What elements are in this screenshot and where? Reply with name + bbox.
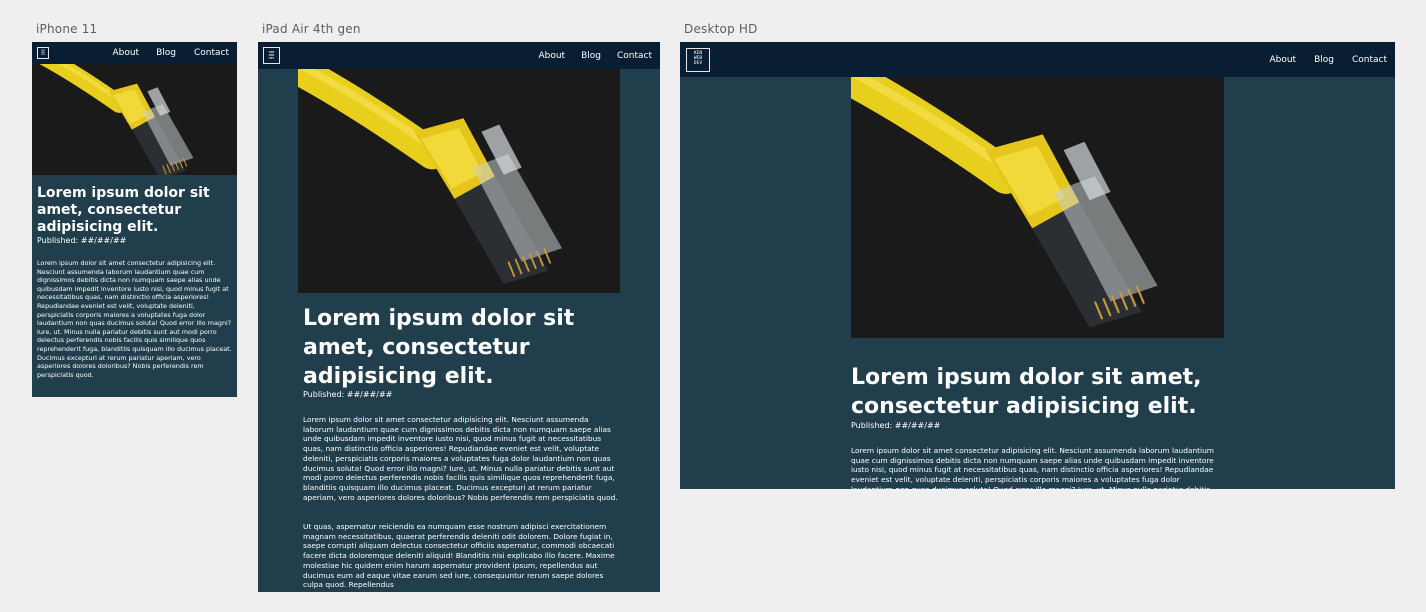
article-paragraph: Lorem ipsum dolor sit amet consectetur a…	[37, 259, 232, 379]
logo-icon[interactable]: KEN WEB DEV	[37, 47, 49, 59]
hero-image	[298, 69, 620, 293]
published-date: Published: ##/##/##	[303, 390, 393, 399]
hero-image	[32, 64, 237, 175]
frame-label-desktop: Desktop HD	[684, 22, 758, 36]
logo-icon[interactable]: KEN WEB DEV	[686, 47, 710, 72]
frame-label-ipad: iPad Air 4th gen	[262, 22, 361, 36]
nav-about-link[interactable]: About	[538, 51, 565, 61]
logo-line: DEV	[268, 56, 275, 61]
hero-image	[851, 77, 1224, 338]
nav-contact-link[interactable]: Contact	[194, 48, 229, 58]
navbar: KEN WEB DEV About Blog Contact	[680, 42, 1395, 77]
iphone-frame: KEN WEB DEV About Blog Contact Lorem ips…	[32, 42, 237, 397]
nav-contact-link[interactable]: Contact	[1352, 55, 1387, 65]
published-date: Published: ##/##/##	[851, 421, 941, 430]
article-paragraph: Lorem ipsum dolor sit amet consectetur a…	[303, 415, 618, 502]
nav-contact-link[interactable]: Contact	[617, 51, 652, 61]
logo-line: DEV	[693, 60, 703, 66]
nav-links: About Blog Contact	[1269, 55, 1387, 65]
article-paragraph: Lorem ipsum dolor sit amet consectetur a…	[851, 446, 1214, 489]
nav-blog-link[interactable]: Blog	[581, 51, 601, 61]
navbar: KEN WEB DEV About Blog Contact	[32, 42, 237, 64]
logo-icon[interactable]: KEN WEB DEV	[263, 47, 280, 64]
article-paragraph: Ut quas, aspernatur reiciendis ea numqua…	[303, 522, 615, 590]
article-title: Lorem ipsum dolor sit amet, consectetur …	[303, 306, 575, 389]
nav-links: About Blog Contact	[538, 51, 652, 61]
published-date: Published: ##/##/##	[37, 236, 127, 245]
nav-blog-link[interactable]: Blog	[1314, 55, 1334, 65]
ethernet-cable-photo	[851, 77, 1224, 338]
navbar: KEN WEB DEV About Blog Contact	[258, 42, 660, 69]
ethernet-cable-photo	[298, 69, 620, 293]
nav-about-link[interactable]: About	[1269, 55, 1296, 65]
nav-links: About Blog Contact	[112, 48, 229, 58]
article-title: Lorem ipsum dolor sit amet, consectetur …	[37, 185, 210, 235]
frame-label-iphone: iPhone 11	[36, 22, 98, 36]
logo-line: DEV	[41, 54, 45, 57]
article-title: Lorem ipsum dolor sit amet, consectetur …	[851, 365, 1202, 419]
ethernet-cable-photo	[32, 64, 237, 175]
nav-about-link[interactable]: About	[112, 48, 139, 58]
desktop-frame: KEN WEB DEV About Blog Contact Lorem ips…	[680, 42, 1395, 489]
nav-blog-link[interactable]: Blog	[156, 48, 176, 58]
ipad-frame: KEN WEB DEV About Blog Contact Lorem ips…	[258, 42, 660, 592]
